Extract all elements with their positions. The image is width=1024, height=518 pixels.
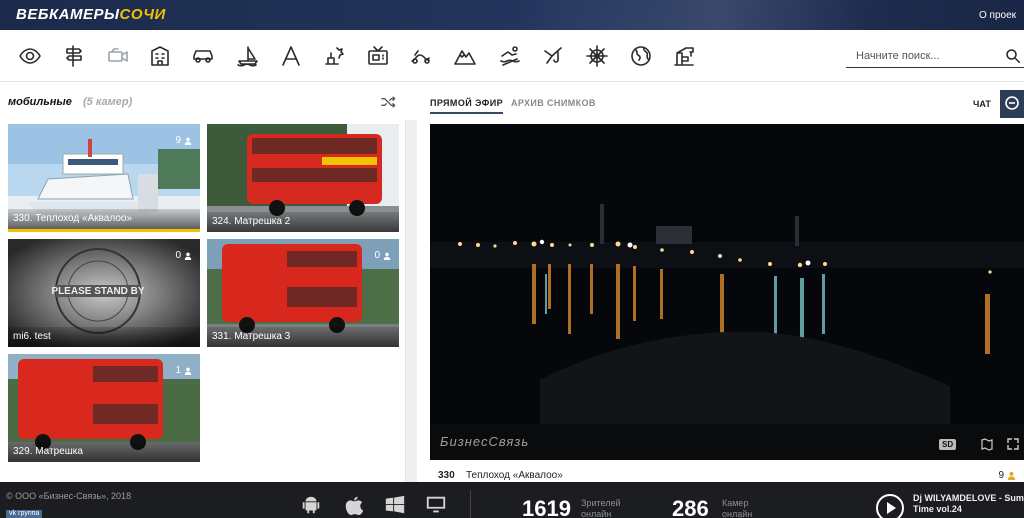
logo-accent-text: СОЧИ [119, 6, 166, 23]
svg-text:PLEASE STAND BY: PLEASE STAND BY [51, 286, 144, 297]
list-scrollbar[interactable] [405, 120, 417, 482]
person-icon [184, 137, 192, 145]
mountain-icon[interactable] [452, 43, 478, 69]
camera-label: 331. Матрешка 3 [207, 327, 399, 347]
radio-player: Dj WILYAMDELOVE - Summer Time vol.24 [876, 491, 1024, 518]
play-icon[interactable] [876, 494, 904, 518]
camera-label: 324. Матрешка 2 [207, 212, 399, 232]
radio-track-line1: Dj WILYAMDELOVE - Summer [913, 493, 1024, 503]
viewers-label-2: онлайн [581, 509, 612, 518]
snake-icon[interactable] [408, 43, 434, 69]
top-banner: ВЕБКАМЕРЫСОЧИ О проек [0, 0, 1024, 30]
logo-main-text: ВЕБКАМЕРЫ [16, 6, 120, 23]
camera-icon[interactable] [105, 43, 131, 69]
vk-link[interactable]: vk группа [6, 510, 43, 518]
viewers-count: 1619 [522, 496, 571, 518]
camera-card-330[interactable]: 9 330. Теплоход «Аквалоо» [8, 124, 200, 232]
camera-label: 330. Теплоход «Аквалоо» [8, 209, 200, 229]
camera-count: (5 камер) [83, 96, 133, 108]
android-icon[interactable] [300, 494, 324, 518]
person-icon [184, 252, 192, 260]
desktop-icon[interactable] [425, 494, 449, 518]
video-frame [430, 124, 1024, 460]
apple-icon[interactable] [343, 494, 367, 518]
shuffle-icon[interactable] [380, 95, 396, 109]
car-icon[interactable] [190, 43, 216, 69]
person-icon [1007, 471, 1016, 480]
person-icon [383, 252, 391, 260]
search-box [846, 44, 1024, 68]
map-icon[interactable] [980, 437, 994, 451]
windows-icon[interactable] [384, 494, 408, 518]
tab-live[interactable]: ПРЯМОЙ ЭФИР [430, 98, 504, 114]
camera-label: 329. Матрешка [8, 442, 200, 462]
crane-icon[interactable] [671, 43, 697, 69]
camera-name: Теплоход «Аквалоо» [466, 470, 563, 481]
watermark: БизнесСвязь [440, 434, 530, 449]
site-logo[interactable]: ВЕБКАМЕРЫСОЧИ [16, 6, 166, 23]
person-icon [184, 367, 192, 375]
stream-caption: 330 Теплоход «Аквалоо» 9 [430, 464, 1024, 482]
stream-viewer-count: 9 [998, 470, 1016, 481]
footer-divider [470, 490, 471, 518]
quality-button[interactable]: SD [939, 439, 957, 450]
banner-decoration [520, 0, 1024, 30]
camera-number: 330 [438, 470, 455, 481]
search-icon[interactable] [1004, 47, 1022, 65]
cameras-label-2: онлайн [722, 509, 753, 518]
building-icon[interactable] [147, 43, 173, 69]
video-player[interactable]: БизнесСвязь SD [430, 124, 1024, 460]
swimmer-icon[interactable] [497, 43, 523, 69]
camera-card-331[interactable]: 0 331. Матрешка 3 [207, 239, 399, 347]
viewer-count: 1 [175, 365, 192, 376]
globe-icon[interactable] [628, 43, 654, 69]
viewer-count: 0 [374, 250, 391, 261]
sailboat-icon[interactable] [235, 43, 261, 69]
viewer-count: 9 [175, 135, 192, 146]
category-title: мобильные [8, 96, 72, 108]
tv-icon[interactable] [365, 43, 391, 69]
chat-bubble-icon [1005, 96, 1019, 110]
letter-a-icon[interactable] [278, 43, 304, 69]
tab-archive[interactable]: АРХИВ СНИМКОВ [511, 98, 596, 108]
chat-button[interactable] [1000, 90, 1024, 118]
fullscreen-icon[interactable] [1006, 437, 1020, 451]
cameras-count: 286 [672, 496, 709, 518]
about-link[interactable]: О проек [979, 10, 1016, 21]
ship-wheel-icon[interactable] [584, 43, 610, 69]
search-input[interactable] [856, 47, 996, 65]
dove-icon[interactable] [321, 43, 347, 69]
category-toolbar [0, 30, 1024, 82]
eye-icon[interactable] [17, 43, 43, 69]
radio-track-line2: Time vol.24 [913, 504, 962, 514]
fishing-icon[interactable] [541, 43, 567, 69]
signpost-icon[interactable] [61, 43, 87, 69]
camera-label: mi6. test [8, 327, 200, 347]
chat-label[interactable]: ЧАТ [973, 99, 991, 109]
viewer-count: 0 [175, 250, 192, 261]
viewers-label-1: Зрителей [581, 498, 621, 508]
camera-card-mi6[interactable]: PLEASE STAND BY 0 mi6. test [8, 239, 200, 347]
camera-card-329[interactable]: 1 329. Матрешка [8, 354, 200, 462]
footer: © ООО «Бизнес-Связь», 2018 vk группа 161… [0, 482, 1024, 518]
cameras-label-1: Камер [722, 498, 749, 508]
copyright: © ООО «Бизнес-Связь», 2018 [6, 491, 132, 501]
camera-card-324[interactable]: 324. Матрешка 2 [207, 124, 399, 232]
camera-list-panel: мобильные (5 камер) 9 330. Теплоход «Акв… [0, 82, 405, 482]
